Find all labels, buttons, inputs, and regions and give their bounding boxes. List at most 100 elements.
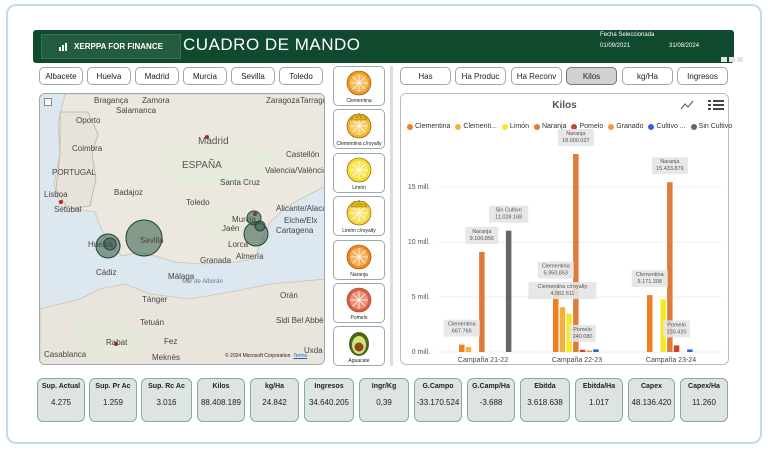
kpi-card-ebitda[interactable]: Ebitda 3.618.638 xyxy=(520,378,570,422)
data-label-line: Clementina c/royalty xyxy=(538,284,588,290)
kpi-card-g-campo[interactable]: G.Campo -33.170.524 xyxy=(414,378,462,422)
kpi-card-sup-rc-ac[interactable]: Sup. Rc Ac 3.016 xyxy=(141,378,192,422)
fruit-label: Clementina c/royalty xyxy=(336,141,382,148)
kpi-card-sup-actual[interactable]: Sup. Actual 4.275 xyxy=(37,378,85,422)
date-from[interactable]: 01/09/2021 xyxy=(600,43,630,49)
kilos-chart: Kilos Clementina Clementi... Limón Naranja P… xyxy=(400,93,732,365)
data-label-line: 18.000.027 xyxy=(562,138,590,144)
map-expand-icon[interactable] xyxy=(44,98,52,106)
city-toledo[interactable]: Toledo xyxy=(279,67,323,85)
kpi-label: Ingr/Kg xyxy=(371,383,397,390)
map-label-sevilla: Sevilla xyxy=(140,236,164,245)
map-visual[interactable]: Oporto Coimbra Madrid ESPAÑA Valencia/Valènc… xyxy=(39,93,325,365)
bar-granado-1[interactable] xyxy=(586,350,593,352)
metric-has[interactable]: Has xyxy=(400,67,451,85)
kpi-value: 88.408.189 xyxy=(200,398,242,407)
kpi-card-kg-ha[interactable]: kg/Ha 24.842 xyxy=(250,378,299,422)
kpi-card-capex-ha[interactable]: Capex/Ha 11.260 xyxy=(680,378,728,422)
bar-clementina-0[interactable] xyxy=(459,344,465,352)
clementina-icon xyxy=(346,70,372,96)
data-label: Pomelo230.420 xyxy=(663,320,690,338)
map-label-lisboa: Lisboa xyxy=(44,190,68,199)
data-label-line: 230.420 xyxy=(667,329,687,335)
kpi-card-ebitda-ha[interactable]: Ebitda/Ha 1.017 xyxy=(575,378,623,422)
data-label: Clementina c/royalty4.082.611 xyxy=(528,282,597,300)
data-label-line: 9.100.856 xyxy=(470,236,494,242)
kpi-label: Sup. Pr Ac xyxy=(95,383,131,390)
map-label-madrid: Madrid xyxy=(198,136,229,147)
map-label-jaen: Jaén xyxy=(222,224,240,233)
kpi-label: Ingresos xyxy=(314,383,344,390)
y-tick-label: 10 mill. xyxy=(408,239,430,246)
fruit-clementina-c-royalty[interactable]: Clementina c/royalty xyxy=(333,109,385,150)
bar-cultivo-1[interactable] xyxy=(593,349,599,352)
terms-link[interactable]: Terms xyxy=(293,353,307,359)
logo[interactable]: XERPPA FOR FINANCE xyxy=(41,34,181,59)
fruit-aguacate[interactable]: Aguacate xyxy=(333,326,385,367)
data-label: Naranja9.100.856 xyxy=(465,226,499,244)
city-albacete[interactable]: Albacete xyxy=(39,67,83,85)
fruit-naranja[interactable]: Naranja xyxy=(333,239,385,280)
map-label-tarragona: Tarragona xyxy=(300,96,324,105)
map-label-valencia-valencia: Valencia/València xyxy=(265,166,325,175)
metric-ha-produc[interactable]: Ha Produc xyxy=(455,67,506,85)
kpi-card-ingresos[interactable]: Ingresos 34.640.205 xyxy=(304,378,354,422)
more-icon[interactable] xyxy=(737,57,743,62)
fruit-pomelo[interactable]: Pomelo xyxy=(333,282,385,323)
logo-text: XERPPA FOR FINANCE xyxy=(74,42,163,51)
bar-clementina-2[interactable] xyxy=(647,295,653,352)
focus-icon[interactable] xyxy=(729,57,735,62)
kpi-label: Ebitda xyxy=(534,383,556,390)
map-label-portugal: PORTUGAL xyxy=(52,168,96,177)
city-madrid[interactable]: Madrid xyxy=(135,67,179,85)
kpi-card-ingr-kg[interactable]: Ingr/Kg 0,39 xyxy=(359,378,409,422)
bar-pomelo-1[interactable] xyxy=(579,349,586,352)
kpi-card-sup-pr-ac[interactable]: Sup. Pr Ac 1.259 xyxy=(89,378,137,422)
city-huelva[interactable]: Huelva xyxy=(87,67,131,85)
metric-ingresos[interactable]: Ingresos xyxy=(677,67,728,85)
data-label-line: 15.433.879 xyxy=(656,166,684,172)
kpi-value: 1.017 xyxy=(588,398,610,407)
fruit-limon[interactable]: Limón xyxy=(333,152,385,193)
map-label-santa-cruz: Santa Cruz xyxy=(220,178,261,187)
kpi-value: 48.136.420 xyxy=(631,398,672,407)
data-label-line: Sin Cultivo xyxy=(496,208,522,214)
data-label-line: Naranja xyxy=(472,229,492,235)
fruit-label: Limón xyxy=(352,184,366,191)
map-copyright: © 2024 Microsoft Corporation Terms xyxy=(225,353,307,359)
kpi-card-capex[interactable]: Capex 48.136.420 xyxy=(628,378,675,422)
fruit-limon-c-royalty[interactable]: Limón c/royalty xyxy=(333,196,385,237)
bar-pomelo-2[interactable] xyxy=(673,345,680,352)
data-label: Clementina667.766 xyxy=(443,319,480,337)
data-label-line: Clementina xyxy=(542,264,571,270)
metric-ha-reconv[interactable]: Ha Reconv xyxy=(511,67,562,85)
filter-icon[interactable] xyxy=(721,57,727,62)
bar-clementi-1[interactable] xyxy=(559,307,566,352)
metric-kilos[interactable]: Kilos xyxy=(566,67,617,85)
bar-naranja-0[interactable] xyxy=(479,251,485,352)
aguacate-icon xyxy=(349,332,369,357)
x-tick-label: Campaña 23-24 xyxy=(646,357,696,364)
page-title: CUADRO DE MANDO xyxy=(183,35,361,54)
fruit-label: Aguacate xyxy=(348,358,370,365)
fruit-scrollbar[interactable] xyxy=(390,66,393,366)
bar-sin-cultivo-0[interactable] xyxy=(505,230,512,352)
city-sevilla[interactable]: Sevilla xyxy=(231,67,275,85)
map-label-badajoz: Badajoz xyxy=(114,188,143,197)
pomelo-icon xyxy=(346,287,372,313)
date-to[interactable]: 31/08/2024 xyxy=(669,43,699,49)
kpi-value: 4.275 xyxy=(50,398,72,407)
kpi-card-kilos[interactable]: Kilos 88.408.189 xyxy=(197,378,245,422)
map-label-zamora: Zamora xyxy=(142,96,170,105)
fruit-clementina[interactable]: Clementina xyxy=(333,66,385,106)
metric-kg-ha[interactable]: kg/Ha xyxy=(622,67,673,85)
map-label-castellon: Castellón xyxy=(286,150,320,159)
kpi-value: 3.618.638 xyxy=(527,398,563,407)
map-label-tetuan: Tetuán xyxy=(140,318,165,327)
city-murcia[interactable]: Murcia xyxy=(183,67,227,85)
bar-naranja-1[interactable] xyxy=(573,153,579,352)
bar-clementi-0[interactable] xyxy=(465,347,472,352)
kpi-card-g-camp-ha[interactable]: G.Camp/Ha -3.688 xyxy=(467,378,515,422)
bar-cultivo-2[interactable] xyxy=(687,349,693,352)
bubble-murcia-3[interactable] xyxy=(254,220,266,232)
